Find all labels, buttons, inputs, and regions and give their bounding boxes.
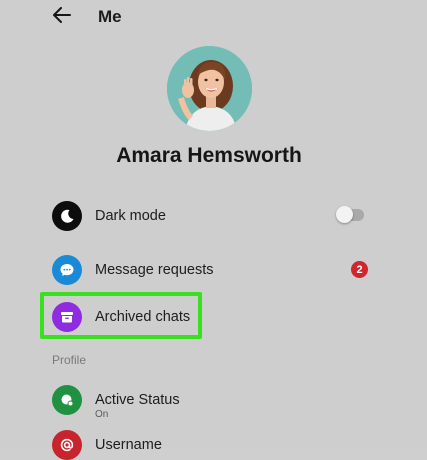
message-requests-badge: 2 [351, 261, 368, 278]
message-requests-row[interactable]: Message requests [52, 255, 372, 285]
active-status-icon [52, 385, 82, 415]
dark-mode-toggle[interactable] [336, 206, 364, 223]
active-status-label: Active Status [95, 392, 180, 408]
username-row[interactable]: Username [52, 430, 372, 460]
at-sign-icon [52, 430, 82, 460]
message-requests-label: Message requests [95, 262, 214, 278]
profile-name: Amara Hemsworth [116, 144, 302, 167]
messenger-me-screen: Me Amara Hemsworth Dark mode Message req… [0, 0, 427, 460]
page-title: Me [98, 7, 122, 26]
active-status-value: On [95, 409, 109, 420]
active-status-row[interactable]: Active Status On [52, 385, 372, 420]
highlight-box [40, 292, 202, 339]
avatar[interactable] [167, 46, 252, 131]
dark-mode-label: Dark mode [95, 208, 166, 224]
top-bar: Me [0, 0, 427, 36]
toggle-knob [336, 206, 353, 223]
profile-section-header: Profile [52, 353, 87, 367]
back-button[interactable] [50, 5, 74, 29]
chat-bubble-icon [52, 255, 82, 285]
username-label: Username [95, 437, 162, 453]
arrow-left-icon [53, 6, 71, 28]
dark-mode-row[interactable]: Dark mode [52, 201, 372, 231]
moon-icon [52, 201, 82, 231]
